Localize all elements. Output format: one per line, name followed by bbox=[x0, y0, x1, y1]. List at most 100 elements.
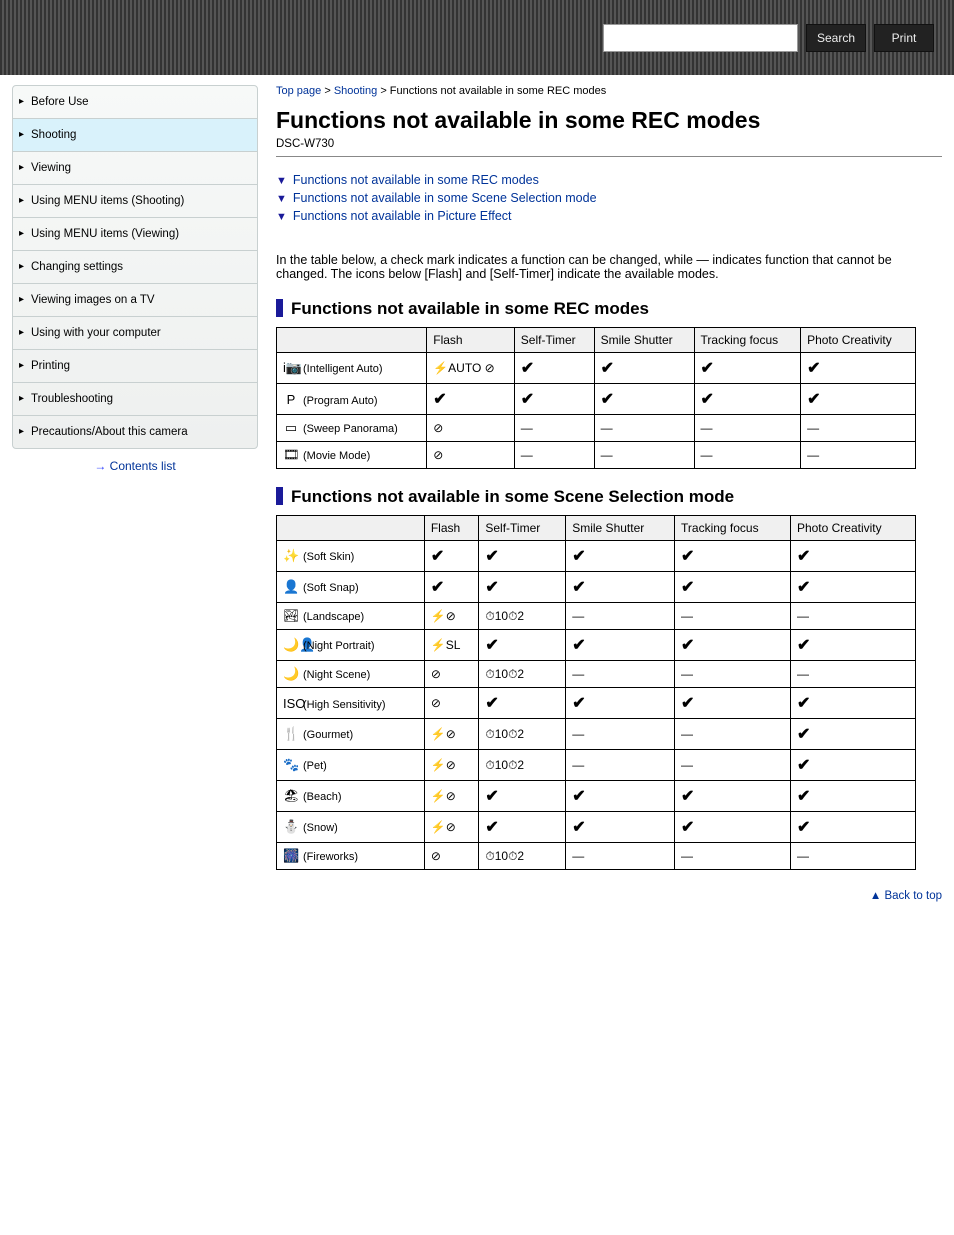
check-icon: ✔ bbox=[572, 637, 585, 654]
sidebar-item[interactable]: Using MENU items (Viewing) bbox=[13, 218, 257, 251]
check-icon: ✔ bbox=[681, 819, 694, 836]
mode-label: (Pet) bbox=[303, 760, 327, 772]
feature-cell: ✔ bbox=[675, 812, 791, 843]
mode-label: (Snow) bbox=[303, 822, 338, 834]
feature-cell: — bbox=[566, 719, 675, 750]
back-to-top[interactable]: ▲ Back to top bbox=[276, 890, 942, 902]
check-icon: ✔ bbox=[681, 695, 694, 712]
check-icon: ✔ bbox=[485, 548, 498, 565]
check-icon: ✔ bbox=[485, 579, 498, 596]
arrow-right-icon: → bbox=[94, 459, 106, 473]
mode-cell: ✨ (Soft Skin) bbox=[277, 541, 425, 572]
feature-cell: ✔ bbox=[566, 688, 675, 719]
feature-cell: ⚡⊘ bbox=[424, 781, 479, 812]
col-header bbox=[277, 328, 427, 353]
check-icon: ✔ bbox=[572, 579, 585, 596]
sidebar-item[interactable]: Using with your computer bbox=[13, 317, 257, 350]
check-icon: ✔ bbox=[431, 579, 444, 596]
page-title: Functions not available in some REC mode… bbox=[276, 107, 942, 134]
check-icon: ✔ bbox=[572, 695, 585, 712]
contents-list-label[interactable]: Contents list bbox=[110, 459, 176, 473]
feature-cell: ✔ bbox=[675, 541, 791, 572]
check-icon: ✔ bbox=[797, 579, 810, 596]
mode-icon: ⛄ bbox=[283, 819, 299, 835]
mode-icon: 👤 bbox=[283, 579, 299, 595]
col-header: Photo Creativity bbox=[790, 516, 915, 541]
feature-cell: ⚡AUTO ⊘ bbox=[427, 353, 515, 384]
feature-cell: ✔ bbox=[790, 688, 915, 719]
col-header: Tracking focus bbox=[694, 328, 801, 353]
table-rec-modes: FlashSelf-TimerSmile ShutterTracking foc… bbox=[276, 327, 916, 469]
col-header: Tracking focus bbox=[675, 516, 791, 541]
feature-cell: ⏱10⏱2 bbox=[479, 603, 566, 630]
mode-label: (Intelligent Auto) bbox=[303, 363, 383, 375]
mode-icon: 🍴 bbox=[283, 726, 299, 742]
sidebar-item[interactable]: Shooting bbox=[13, 119, 257, 152]
feature-cell: ✔ bbox=[479, 541, 566, 572]
feature-cell: — bbox=[675, 843, 791, 870]
sidebar-item[interactable]: Precautions/About this camera bbox=[13, 416, 257, 448]
feature-cell: ⏱10⏱2 bbox=[479, 719, 566, 750]
sidebar-item[interactable]: Viewing images on a TV bbox=[13, 284, 257, 317]
feature-cell: ✔ bbox=[479, 812, 566, 843]
check-icon: ✔ bbox=[521, 360, 534, 377]
feature-cell: — bbox=[801, 415, 916, 442]
mode-icon: ✨ bbox=[283, 548, 299, 564]
product-name: DSC-W730 bbox=[276, 138, 942, 150]
feature-cell: — bbox=[566, 661, 675, 688]
feature-cell: ⏱10⏱2 bbox=[479, 843, 566, 870]
feature-cell: ✔ bbox=[479, 630, 566, 661]
col-header bbox=[277, 516, 425, 541]
mode-label: (Soft Snap) bbox=[303, 582, 359, 594]
feature-cell: ✔ bbox=[790, 572, 915, 603]
feature-cell: ✔ bbox=[594, 384, 694, 415]
top-bar: Search Print bbox=[0, 0, 954, 75]
breadcrumb-top[interactable]: Top page bbox=[276, 85, 321, 97]
sidebar-item[interactable]: Viewing bbox=[13, 152, 257, 185]
toc-item[interactable]: Functions not available in Picture Effec… bbox=[276, 209, 942, 223]
mode-label: (Movie Mode) bbox=[303, 450, 370, 462]
check-icon: ✔ bbox=[485, 637, 498, 654]
check-icon: ✔ bbox=[681, 637, 694, 654]
feature-cell: ⊘ bbox=[427, 415, 515, 442]
check-icon: ✔ bbox=[797, 757, 810, 774]
mode-cell: i📷(Intelligent Auto) bbox=[277, 353, 427, 384]
check-icon: ✔ bbox=[601, 391, 614, 408]
col-header: Flash bbox=[424, 516, 479, 541]
feature-cell: ✔ bbox=[566, 630, 675, 661]
table-row: 🎆(Fireworks)⊘⏱10⏱2——— bbox=[277, 843, 916, 870]
search-button[interactable]: Search bbox=[806, 24, 866, 52]
feature-cell: — bbox=[675, 603, 791, 630]
mode-icon: 🎞 bbox=[283, 447, 299, 463]
print-button[interactable]: Print bbox=[874, 24, 934, 52]
table-row: 🍴(Gourmet)⚡⊘⏱10⏱2——✔ bbox=[277, 719, 916, 750]
col-header: Self-Timer bbox=[479, 516, 566, 541]
mode-label: (Soft Skin) bbox=[303, 551, 354, 563]
mode-icon: 🌙👤 bbox=[283, 637, 299, 653]
check-icon: ✔ bbox=[807, 360, 820, 377]
mode-icon: 🌙 bbox=[283, 666, 299, 682]
mode-cell: 🐾(Pet) bbox=[277, 750, 425, 781]
toc-item[interactable]: Functions not available in some REC mode… bbox=[276, 173, 942, 187]
feature-cell: ✔ bbox=[790, 781, 915, 812]
feature-cell: — bbox=[594, 415, 694, 442]
sidebar-item[interactable]: Before Use bbox=[13, 86, 257, 119]
feature-cell: ⊘ bbox=[424, 688, 479, 719]
feature-cell: — bbox=[694, 442, 801, 469]
search-input[interactable] bbox=[603, 24, 798, 52]
sidebar-item[interactable]: Printing bbox=[13, 350, 257, 383]
contents-list-link[interactable]: → Contents list bbox=[12, 449, 258, 483]
check-icon: ✔ bbox=[797, 548, 810, 565]
sidebar-item[interactable]: Troubleshooting bbox=[13, 383, 257, 416]
toc-item[interactable]: Functions not available in some Scene Se… bbox=[276, 191, 942, 205]
breadcrumb-section[interactable]: Shooting bbox=[334, 85, 377, 97]
check-icon: ✔ bbox=[681, 548, 694, 565]
feature-cell: ⊘ bbox=[424, 661, 479, 688]
sidebar-item[interactable]: Using MENU items (Shooting) bbox=[13, 185, 257, 218]
section-a-heading: Functions not available in some REC mode… bbox=[276, 299, 942, 319]
feature-cell: — bbox=[566, 750, 675, 781]
feature-cell: ✔ bbox=[675, 630, 791, 661]
feature-cell: — bbox=[514, 415, 594, 442]
mode-icon: 🏖 bbox=[283, 788, 299, 804]
sidebar-item[interactable]: Changing settings bbox=[13, 251, 257, 284]
